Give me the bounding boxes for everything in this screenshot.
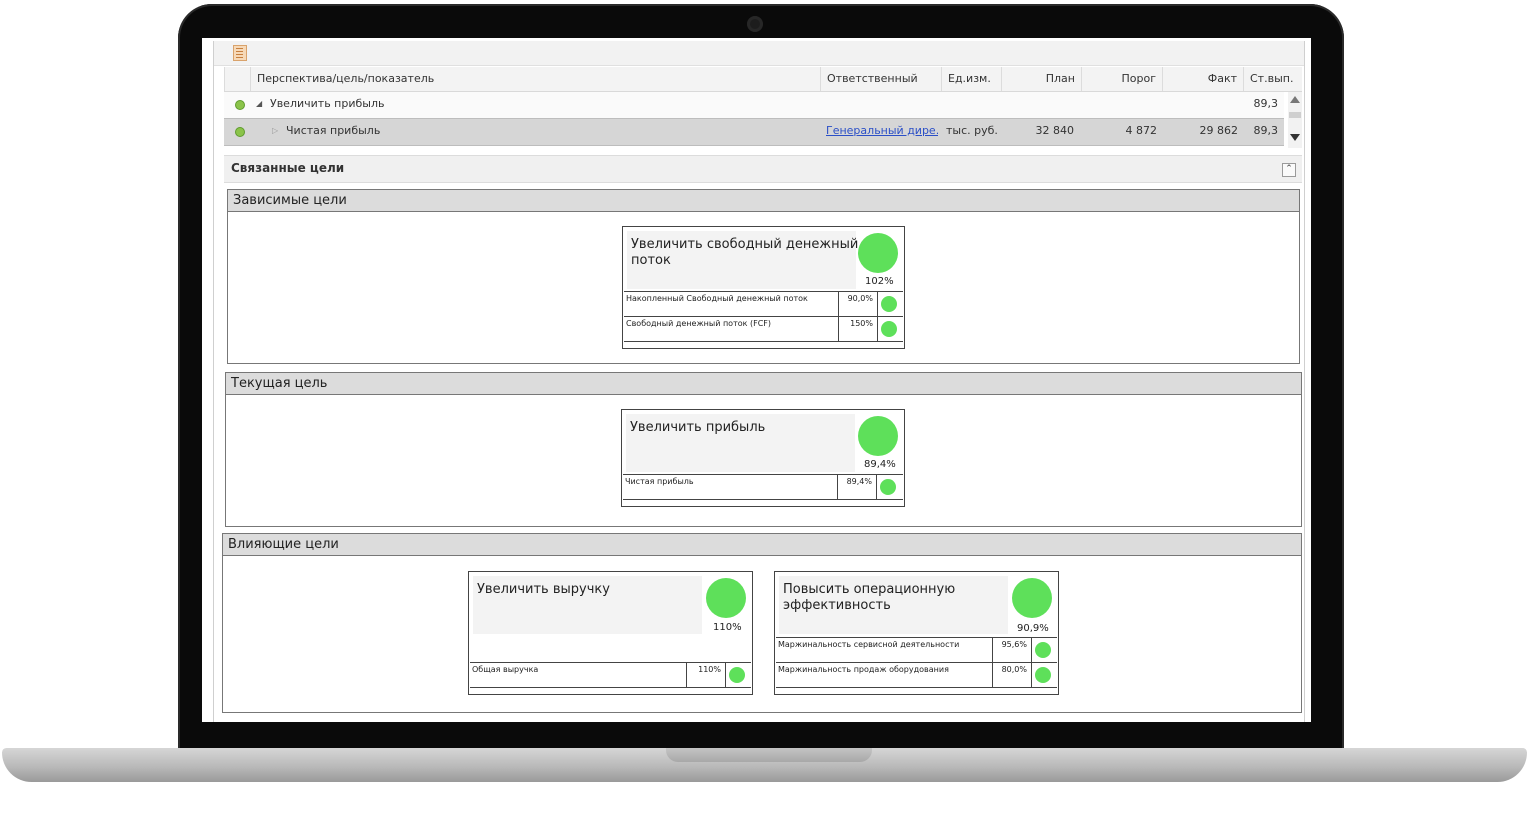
goal-card[interactable]: Увеличить свободный денежный поток 102% … xyxy=(622,226,905,349)
goals-grid: Перспектива/цель/показатель Ответственны… xyxy=(224,67,1302,149)
row-responsible[interactable]: Генеральный дире... xyxy=(826,119,938,145)
status-dot-icon xyxy=(235,127,245,137)
kpi-status xyxy=(876,475,899,499)
grid-header: Перспектива/цель/показатель Ответственны… xyxy=(224,67,1302,92)
header-threshold[interactable]: Порог xyxy=(1081,67,1162,91)
expand-triangle-icon[interactable]: ◢ xyxy=(256,99,262,108)
status-dot-icon xyxy=(235,100,245,110)
status-circle-icon xyxy=(858,416,898,456)
kpi-pct: 89,4% xyxy=(837,475,875,499)
kpi-row[interactable]: Общая выручка 110% xyxy=(470,662,751,688)
kpi-name: Свободный денежный поток (FCF) xyxy=(626,319,772,328)
goal-card[interactable]: Увеличить прибыль 89,4% Чистая прибыль 8… xyxy=(621,409,905,507)
status-circle-icon xyxy=(858,233,898,273)
kpi-status xyxy=(877,292,900,316)
scroll-down-icon[interactable] xyxy=(1290,134,1300,141)
kpi-status xyxy=(1031,663,1054,687)
status-circle-icon xyxy=(1035,642,1051,658)
kpi-name: Маржинальность сервисной деятельности xyxy=(778,640,960,649)
app-window: Перспектива/цель/показатель Ответственны… xyxy=(213,41,1305,722)
kpi-pct: 80,0% xyxy=(992,663,1030,687)
kpi-name: Накопленный Свободный денежный поток xyxy=(626,294,808,303)
goal-pct: 89,4% xyxy=(864,459,896,470)
table-row[interactable]: ▷ Чистая прибыль Генеральный дире... тыс… xyxy=(224,118,1284,146)
expand-triangle-icon[interactable]: ▷ xyxy=(272,126,278,135)
goal-title: Увеличить выручку xyxy=(477,582,610,597)
scroll-up-icon[interactable] xyxy=(1290,96,1300,103)
goal-title: Увеличить прибыль xyxy=(630,420,766,435)
kpi-row[interactable]: Свободный денежный поток (FCF) 150% xyxy=(624,316,903,342)
kpi-status xyxy=(725,663,748,687)
double-chevron-up-icon[interactable]: ⌃ xyxy=(1282,163,1296,177)
kpi-pct: 150% xyxy=(838,317,876,341)
header-status-col xyxy=(224,67,250,91)
goal-pct: 102% xyxy=(865,276,894,287)
section-title: Влияющие цели xyxy=(223,534,1301,556)
row-name: Чистая прибыль xyxy=(286,124,381,137)
row-plan: 32 840 xyxy=(1035,124,1075,137)
toolbar xyxy=(214,41,1304,66)
row-unit: тыс. руб. xyxy=(946,124,998,137)
dependent-goals-section: Зависимые цели Увеличить свободный денеж… xyxy=(227,189,1300,364)
kpi-row[interactable]: Маржинальность сервисной деятельности 95… xyxy=(776,637,1057,662)
goal-card[interactable]: Увеличить выручку 110% Общая выручка 110… xyxy=(468,571,753,695)
goal-title: Увеличить свободный денежный поток xyxy=(631,237,859,268)
kpi-name: Маржинальность продаж оборудования xyxy=(778,665,949,674)
section-title: Текущая цель xyxy=(226,373,1301,395)
status-circle-icon xyxy=(706,578,746,618)
goal-title-line: эффективность xyxy=(783,598,891,613)
header-fact[interactable]: Факт xyxy=(1162,67,1243,91)
status-circle-icon xyxy=(881,321,897,337)
status-circle-icon xyxy=(1012,578,1052,618)
current-goal-section: Текущая цель Увеличить прибыль 89,4% Чис… xyxy=(225,372,1302,527)
row-fact: 29 862 xyxy=(1199,124,1239,137)
kpi-status xyxy=(1031,638,1054,662)
row-completion: 89,3 xyxy=(1253,97,1279,110)
laptop-screen: Перспектива/цель/показатель Ответственны… xyxy=(202,38,1311,722)
kpi-status xyxy=(877,317,900,341)
status-circle-icon xyxy=(729,667,745,683)
kpi-name: Чистая прибыль xyxy=(625,477,694,486)
kpi-pct: 110% xyxy=(686,663,724,687)
grid-scrollbar[interactable] xyxy=(1288,92,1302,148)
row-threshold: 4 872 xyxy=(1125,124,1158,137)
kpi-row[interactable]: Чистая прибыль 89,4% xyxy=(623,474,903,500)
kpi-name: Общая выручка xyxy=(472,665,539,674)
report-icon[interactable] xyxy=(233,45,247,61)
header-plan[interactable]: План xyxy=(1001,67,1081,91)
kpi-pct: 90,0% xyxy=(838,292,876,316)
responsible-link[interactable]: Генеральный дире... xyxy=(826,124,938,137)
section-title: Зависимые цели xyxy=(228,190,1299,212)
linked-goals-header: Связанные цели ⌃ xyxy=(224,155,1302,183)
header-name[interactable]: Перспектива/цель/показатель xyxy=(250,67,820,91)
goal-pct: 90,9% xyxy=(1017,623,1049,634)
status-circle-icon xyxy=(880,479,896,495)
influencing-goals-section: Влияющие цели Увеличить выручку 110% Общ… xyxy=(222,533,1302,713)
kpi-pct: 95,6% xyxy=(992,638,1030,662)
status-circle-icon xyxy=(1035,667,1051,683)
kpi-row[interactable]: Накопленный Свободный денежный поток 90,… xyxy=(624,291,903,316)
goal-title: Повысить операционную эффективность xyxy=(783,582,1008,614)
kpi-row[interactable]: Маржинальность продаж оборудования 80,0% xyxy=(776,662,1057,688)
row-name: Увеличить прибыль xyxy=(270,97,385,110)
header-unit[interactable]: Ед.изм. xyxy=(941,67,1001,91)
goal-title-line: Повысить операционную xyxy=(783,582,956,597)
status-circle-icon xyxy=(881,296,897,312)
row-completion: 89,3 xyxy=(1253,124,1279,137)
goal-pct: 110% xyxy=(713,622,742,633)
table-row[interactable]: ◢ Увеличить прибыль 89,3 xyxy=(224,92,1284,118)
scroll-thumb[interactable] xyxy=(1289,112,1301,118)
header-completion[interactable]: Ст.вып. xyxy=(1243,67,1302,91)
header-responsible[interactable]: Ответственный xyxy=(820,67,941,91)
linked-goals-title: Связанные цели xyxy=(231,161,345,175)
goal-card[interactable]: Повысить операционную эффективность 90,9… xyxy=(774,571,1059,695)
camera-icon xyxy=(747,16,763,32)
laptop-notch xyxy=(666,748,872,762)
